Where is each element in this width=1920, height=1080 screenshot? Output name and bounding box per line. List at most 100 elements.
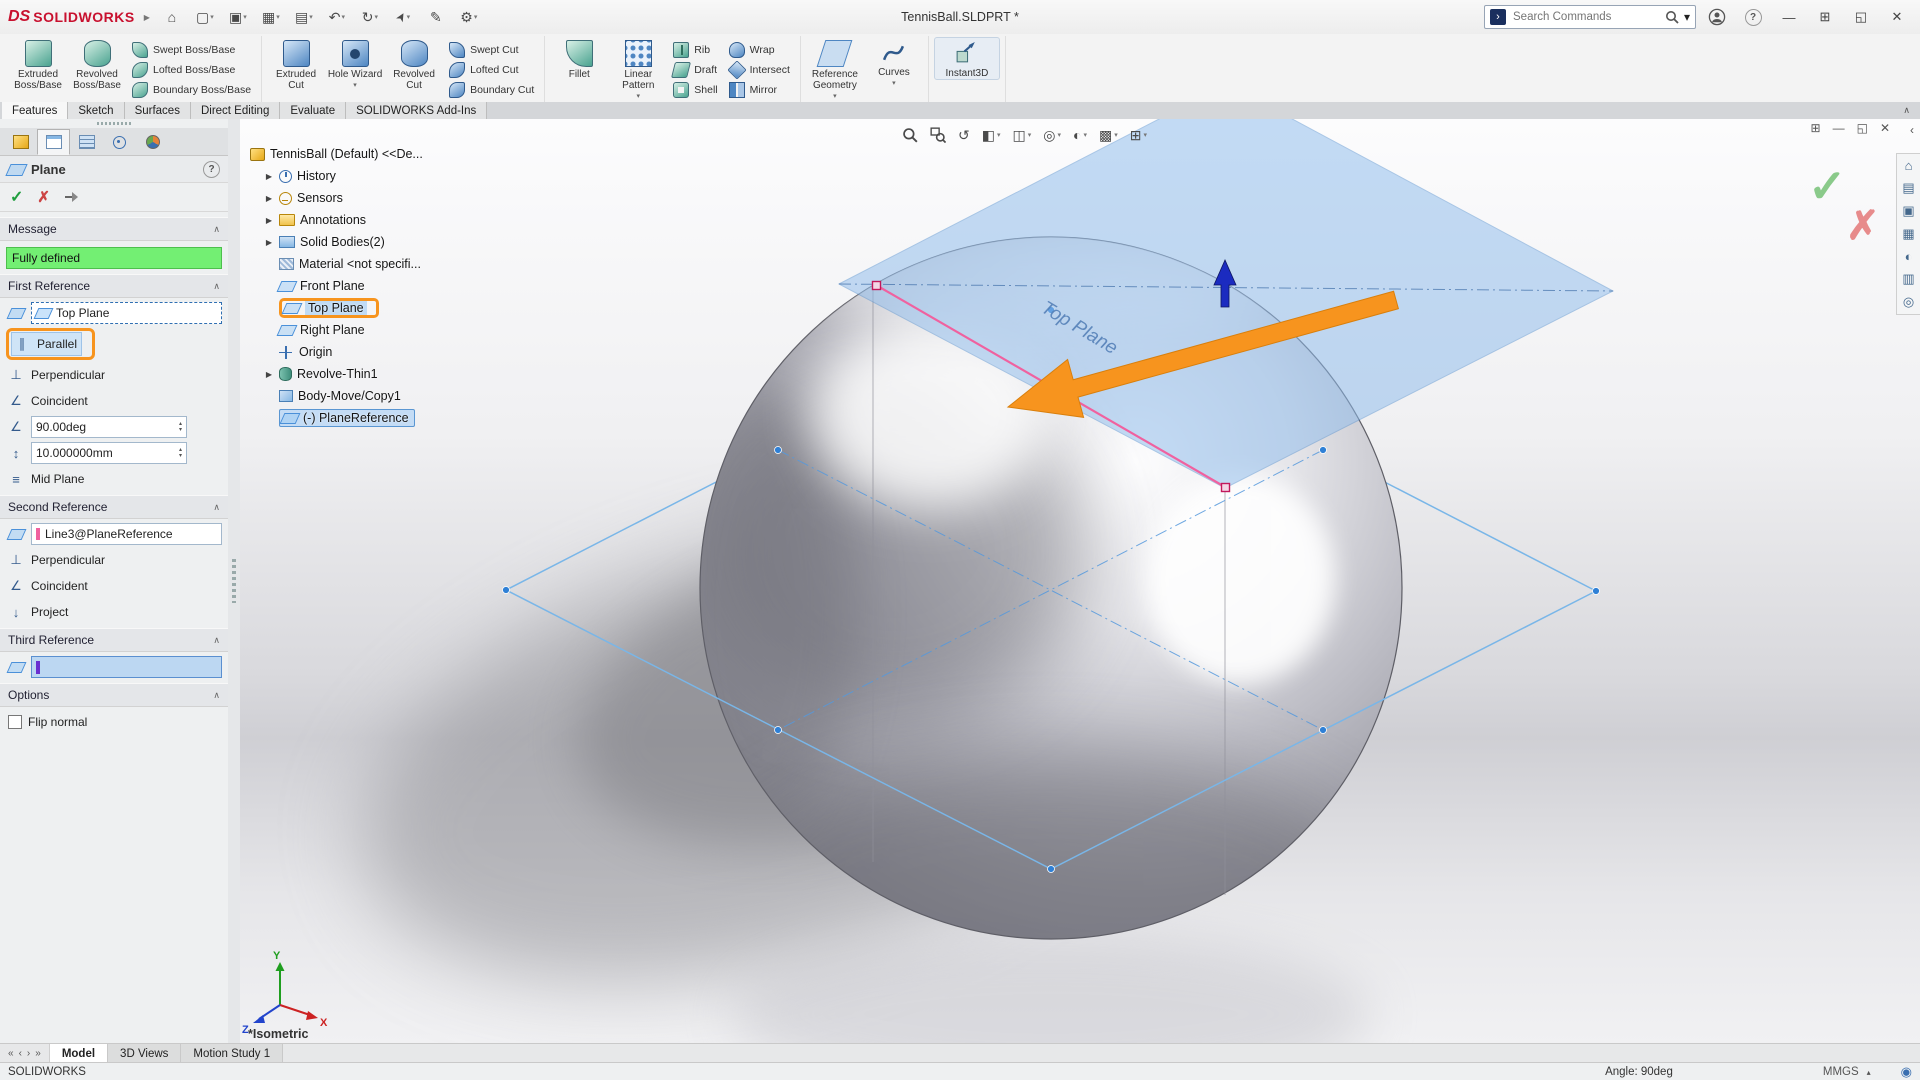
tree-item-right-plane[interactable]: Right Plane [250,319,500,341]
extruded-cut-button[interactable]: Extruded Cut [267,37,325,91]
doc-minimize-button[interactable]: — [1833,121,1845,135]
close-button[interactable]: ✕ [1882,4,1912,30]
tree-item-body-move-copy[interactable]: Body-Move/Copy1 [250,385,500,407]
nav-next-icon[interactable]: › [27,1048,30,1059]
linear-pattern-button[interactable]: Linear Pattern ▾ [609,37,667,100]
units-selector[interactable]: MMGS [1823,1066,1859,1078]
tab-property-manager[interactable] [37,129,70,155]
menu-expand-icon[interactable]: ▶ [144,13,150,22]
perpendicular-option[interactable]: ⊥ Perpendicular [6,364,109,386]
attachment-button[interactable]: ✎ [421,5,451,29]
tree-item-material[interactable]: Material <not specifi... [250,253,500,275]
second-reference-section-header[interactable]: Second Reference ∧ [0,495,228,519]
user-account-button[interactable] [1702,5,1732,29]
line-endpoint-handle[interactable] [873,282,881,290]
wrap-button[interactable]: Wrap [726,42,793,58]
forum-rail-button[interactable]: ◎ [1903,294,1914,310]
nav-last-icon[interactable]: » [35,1048,41,1059]
custom-properties-rail-button[interactable]: ▥ [1902,271,1914,287]
keep-visible-pin[interactable] [64,190,80,204]
section-view-button[interactable]: ◧▾ [982,127,1001,144]
expand-arrow-icon[interactable]: ▶ [264,238,274,247]
draft-button[interactable]: Draft [670,62,720,78]
edit-appearance-button[interactable]: ◐▾ [1073,127,1087,143]
tab-surfaces[interactable]: Surfaces [125,102,191,119]
expand-arrow-icon[interactable]: ▶ [264,194,274,203]
revolved-cut-button[interactable]: Revolved Cut [385,37,443,91]
lofted-boss-base-button[interactable]: Lofted Boss/Base [129,62,254,78]
view-orientation-button[interactable]: ⊞▾ [1130,127,1147,144]
file-explorer-rail-button[interactable]: ▣ [1902,203,1914,219]
instant3d-button[interactable]: Instant3D [934,37,1000,80]
curves-button[interactable]: Curves ▾ [865,37,923,87]
project-option[interactable]: ↓ Project [6,601,72,623]
boundary-boss-base-button[interactable]: Boundary Boss/Base [129,82,254,98]
shell-button[interactable]: Shell [670,82,720,98]
help-button[interactable]: ? [1738,5,1768,29]
doc-restore-button[interactable]: ◱ [1857,121,1868,135]
units-caret-icon[interactable]: ▴ [1867,1068,1871,1077]
tree-item-top-plane[interactable]: Top Plane [250,297,500,319]
extruded-boss-base-button[interactable]: Extruded Boss/Base [9,37,67,91]
coincident-option-2[interactable]: ∠ Coincident [6,575,92,597]
hide-show-items-button[interactable]: ◎▾ [1043,127,1061,144]
tab-direct-editing[interactable]: Direct Editing [191,102,280,119]
expand-arrow-icon[interactable]: ▶ [264,172,274,181]
lofted-cut-button[interactable]: Lofted Cut [446,62,537,78]
graphics-viewport[interactable]: Top Plane Y X Z TennisBall (Default) <<D… [240,119,1920,1043]
previous-view-button[interactable]: ↺ [958,127,970,144]
tab-feature-manager[interactable] [4,129,37,155]
appearances-rail-button[interactable]: ◐ [1905,249,1913,264]
open-button[interactable]: ▣▾ [223,5,253,29]
home-button[interactable]: ⌂ [157,5,187,29]
tree-item-sensors[interactable]: ▶ Sensors [250,187,500,209]
reference-geometry-button[interactable]: Reference Geometry ▾ [806,37,864,100]
tree-item-front-plane[interactable]: Front Plane [250,275,500,297]
flip-normal-checkbox[interactable]: Flip normal [6,715,87,729]
resources-rail-button[interactable]: ⌂ [1905,158,1913,173]
new-document-button[interactable]: ▢▾ [190,5,220,29]
expand-arrow-icon[interactable]: ▶ [264,216,274,225]
mirror-button[interactable]: Mirror [726,82,793,98]
spinner[interactable]: ▴▾ [179,447,182,459]
revolved-boss-base-button[interactable]: Revolved Boss/Base [68,37,126,91]
tab-features[interactable]: Features [2,102,68,119]
display-style-button[interactable]: ◫▾ [1012,127,1031,144]
search-scope-icon[interactable]: › [1490,9,1506,25]
tree-item-annotations[interactable]: ▶ Annotations [250,209,500,231]
tab-evaluate[interactable]: Evaluate [280,102,346,119]
tab-dimxpert-manager[interactable] [103,129,136,155]
tree-item-revolve-thin[interactable]: ▶ Revolve-Thin1 [250,363,500,385]
tab-model[interactable]: Model [50,1044,108,1063]
options-button[interactable]: ⚙▾ [454,5,484,29]
spinner[interactable]: ▴▾ [179,421,182,433]
tab-sketch[interactable]: Sketch [68,102,124,119]
task-pane-collapse-icon[interactable]: ‹ [1910,123,1914,137]
doc-close-button[interactable]: ✕ [1880,121,1890,135]
restore-button[interactable]: ◱ [1846,4,1876,30]
parallel-option[interactable]: ∥ Parallel [11,332,82,356]
design-library-rail-button[interactable]: ▤ [1902,180,1914,196]
boundary-cut-button[interactable]: Boundary Cut [446,82,537,98]
layout-button[interactable]: ⊞ [1810,4,1840,30]
expand-arrow-icon[interactable]: ▶ [264,370,274,379]
intersect-button[interactable]: Intersect [726,62,793,78]
coincident-option[interactable]: ∠ Coincident [6,390,92,412]
tab-display-manager[interactable] [136,129,169,155]
select-button[interactable]: ➤▾ [388,5,418,29]
tab-motion-study-1[interactable]: Motion Study 1 [181,1044,283,1063]
angle-input[interactable]: 90.00deg ▴▾ [31,416,187,438]
apply-scene-button[interactable]: ▩▾ [1099,127,1118,144]
first-reference-field[interactable]: Top Plane [31,302,222,324]
quick-tips-icon[interactable]: ◉ [1901,1064,1912,1080]
confirm-ok-button[interactable]: ✓ [1808,159,1847,213]
hole-wizard-button[interactable]: Hole Wizard ▾ [326,37,384,89]
cancel-button[interactable]: ✗ [37,188,50,206]
tree-item-planereference[interactable]: (-) PlaneReference [250,407,500,429]
tab-solidworks-add-ins[interactable]: SOLIDWORKS Add-Ins [346,102,487,119]
tree-item-history[interactable]: ▶ History [250,165,500,187]
mid-plane-option[interactable]: ≡ Mid Plane [6,468,88,490]
undo-button[interactable]: ↶▾ [322,5,352,29]
tree-item-origin[interactable]: Origin [250,341,500,363]
print-button[interactable]: ▤▾ [289,5,319,29]
